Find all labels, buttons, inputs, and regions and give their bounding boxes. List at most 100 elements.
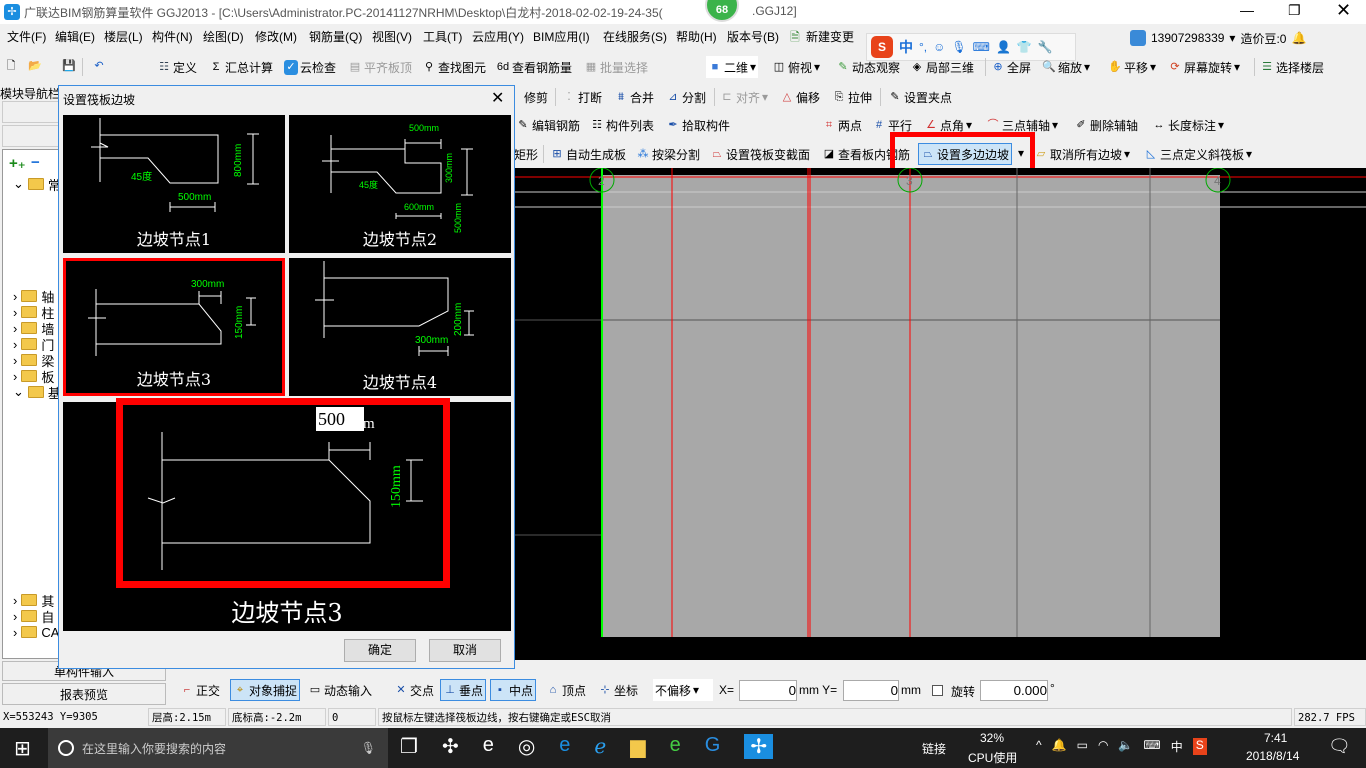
set-grip-button[interactable]: ✎ 设置夹点: [886, 86, 954, 108]
menu-new-change[interactable]: 新建变更: [806, 26, 854, 48]
clock-date[interactable]: 2018/8/14: [1246, 749, 1299, 763]
auto-generate-slab-button[interactable]: ⊞ 自动生成板: [548, 143, 628, 165]
menu-edit[interactable]: 编辑(E): [55, 26, 95, 48]
menu-rebar[interactable]: 钢筋量(Q): [309, 26, 362, 48]
align-button[interactable]: ⊏ 对齐 ▾: [718, 86, 770, 108]
x-input[interactable]: [739, 680, 797, 701]
edge-icon[interactable]: e: [559, 734, 570, 759]
360-browser-icon[interactable]: e: [670, 734, 681, 759]
menu-online[interactable]: 在线服务(S): [603, 26, 667, 48]
cloud-check-button[interactable]: ✓ 云检查: [282, 56, 338, 78]
slope-node-2-tile[interactable]: 500mm 300mm 500mm 45度 600mm 边坡节点2: [289, 115, 511, 253]
pick-component-button[interactable]: ✒ 拾取构件: [664, 114, 732, 136]
define-button[interactable]: ☷ 定义: [155, 56, 199, 78]
select-floor-button[interactable]: ☰ 选择楼层: [1258, 56, 1326, 78]
slope-node-4-tile[interactable]: 200mm 300mm 边坡节点4: [289, 258, 511, 396]
component-list-button[interactable]: ☷ 构件列表: [588, 114, 656, 136]
punctuation-icon[interactable]: °,: [919, 40, 927, 54]
clock-time[interactable]: 7:41: [1264, 731, 1287, 745]
tree-node-cad[interactable]: › CA: [13, 624, 59, 640]
drawing-canvas[interactable]: 2 3 4: [515, 168, 1366, 660]
midpoint-toggle[interactable]: ▪ 中点: [490, 679, 537, 701]
split-button[interactable]: ⊿ 分割: [664, 86, 708, 108]
perpendicular-toggle[interactable]: ⊥ 垂点: [440, 679, 487, 701]
menu-file[interactable]: 文件(F): [7, 26, 46, 48]
fullscreen-button[interactable]: ⊕ 全屏: [989, 56, 1033, 78]
ortho-toggle[interactable]: ⌐ 正交: [178, 679, 222, 701]
collapse-all-icon[interactable]: −: [31, 154, 40, 171]
battery-icon[interactable]: ▭: [1077, 738, 1088, 755]
2d-button[interactable]: ■ 二维 ▾: [706, 56, 759, 78]
ie-icon[interactable]: ℯ: [594, 734, 606, 759]
edge-legacy-icon[interactable]: e: [483, 734, 494, 759]
pan-button[interactable]: ✋ 平移 ▾: [1106, 56, 1158, 78]
score-badge[interactable]: 68: [705, 0, 739, 22]
menu-version[interactable]: 版本号(B): [727, 26, 779, 48]
browser-icon[interactable]: ◎: [518, 734, 535, 759]
break-button[interactable]: ⁚ 打断: [560, 86, 604, 108]
tray-ime[interactable]: 中: [1171, 738, 1183, 755]
menu-tools[interactable]: 工具(T): [423, 26, 462, 48]
account-number[interactable]: 13907298339: [1151, 31, 1224, 45]
menu-floor[interactable]: 楼层(L): [104, 26, 143, 48]
open-folder-icon[interactable]: 📂: [28, 59, 42, 74]
user-icon[interactable]: 👤: [996, 40, 1011, 54]
view-rebar-button[interactable]: 6d 查看钢筋量: [494, 56, 574, 78]
glodon-cloud-icon[interactable]: G: [705, 734, 721, 759]
wrench-icon[interactable]: 🔧: [1038, 40, 1053, 54]
rotate-screen-button[interactable]: ⟳ 屏幕旋转 ▾: [1166, 56, 1242, 78]
batch-select-button[interactable]: ▦ 批量选择: [582, 56, 650, 78]
file-explorer-icon[interactable]: ▆: [630, 734, 645, 759]
ggj-app-icon[interactable]: ✢: [744, 734, 774, 759]
rectangle-button[interactable]: 矩形: [512, 143, 540, 165]
delete-axis-button[interactable]: ✐ 删除辅轴: [1072, 114, 1140, 136]
find-element-button[interactable]: ⚲ 查找图元: [420, 56, 488, 78]
slope-node-3-tile[interactable]: 300mm 150mm 边坡节点3: [63, 258, 285, 396]
split-by-beam-button[interactable]: ⁂ 按梁分割: [634, 143, 702, 165]
close-button[interactable]: ✕: [1336, 0, 1351, 21]
orbit-button[interactable]: ✎ 动态观察: [834, 56, 902, 78]
summary-calc-button[interactable]: Σ 汇总计算: [207, 56, 275, 78]
tree-node-foundation[interactable]: ⌄ 基: [13, 384, 61, 401]
minimize-button[interactable]: —: [1240, 2, 1254, 18]
wifi-icon[interactable]: ◠: [1098, 738, 1108, 755]
intersection-toggle[interactable]: ✕ 交点: [392, 679, 436, 701]
rotate-input[interactable]: [980, 680, 1048, 701]
align-top-button[interactable]: ▤ 平齐板顶: [346, 56, 414, 78]
three-point-slant-button[interactable]: ◺ 三点定义斜筏板 ▾: [1142, 143, 1254, 165]
length-dim-button[interactable]: ↔ 长度标注 ▾: [1150, 114, 1226, 136]
ok-button[interactable]: 确定: [344, 639, 416, 662]
y-input[interactable]: [843, 680, 899, 701]
slope-width-input[interactable]: [316, 407, 364, 431]
keyboard-icon[interactable]: ⌨: [973, 40, 990, 54]
save-icon[interactable]: 💾: [62, 59, 76, 74]
menu-view[interactable]: 视图(V): [372, 26, 412, 48]
menu-cloud[interactable]: 云应用(Y): [472, 26, 524, 48]
mic-icon[interactable]: 🎙: [951, 40, 966, 54]
dialog-close-button[interactable]: ✕: [491, 88, 504, 108]
tray-chevron-icon[interactable]: ^: [1036, 738, 1042, 755]
mic-icon[interactable]: 🎙: [361, 741, 376, 755]
new-file-icon[interactable]: 🗋: [4, 59, 18, 74]
menu-help[interactable]: 帮助(H): [676, 26, 717, 48]
menu-modify[interactable]: 修改(M): [255, 26, 297, 48]
top-view-button[interactable]: ◫ 俯视 ▾: [770, 56, 822, 78]
object-snap-toggle[interactable]: ⌖ 对象捕捉: [230, 679, 301, 701]
skin-icon[interactable]: 👕: [1017, 40, 1032, 54]
action-center-icon[interactable]: 🗨: [1328, 736, 1351, 757]
windows-start-icon[interactable]: ⊞: [14, 736, 31, 761]
trim-button[interactable]: 修剪: [522, 86, 550, 108]
taskbar-search[interactable]: 在这里输入你要搜索的内容 🎙: [48, 728, 388, 768]
tree-node-custom[interactable]: › 自: [13, 608, 54, 625]
undo-icon[interactable]: ↶: [92, 59, 106, 74]
coordinate-toggle[interactable]: ⊹ 坐标: [596, 679, 640, 701]
local-3d-button[interactable]: ◈ 局部三维: [908, 56, 976, 78]
cancel-button[interactable]: 取消: [429, 639, 501, 662]
merge-button[interactable]: ⩩ 合并: [612, 86, 656, 108]
zoom-button[interactable]: 🔍 缩放 ▾: [1040, 56, 1092, 78]
volume-icon[interactable]: 🔈: [1118, 738, 1133, 755]
expand-all-icon[interactable]: +₊: [9, 154, 26, 172]
vertex-toggle[interactable]: ⌂ 顶点: [544, 679, 588, 701]
menu-draw[interactable]: 绘图(D): [203, 26, 244, 48]
fan-app-icon[interactable]: ✣: [442, 734, 459, 759]
